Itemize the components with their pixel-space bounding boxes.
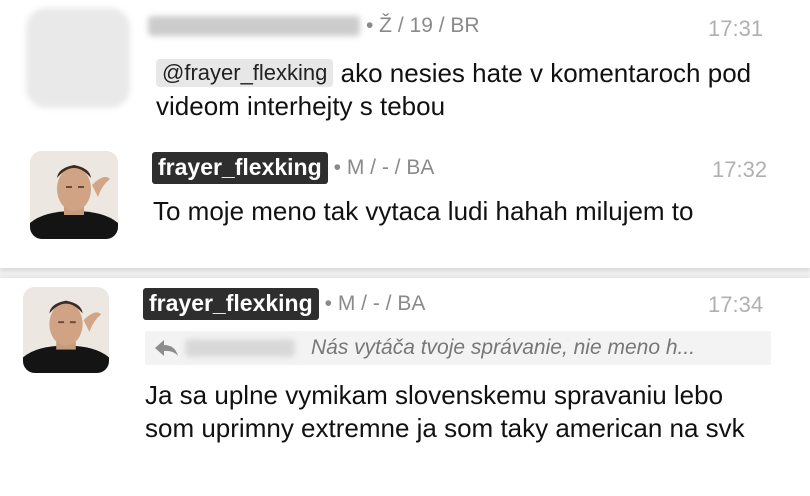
redacted-username[interactable] (148, 16, 360, 36)
reply-preview-text: Nás vytáča tvoje správanie, nie meno h..… (311, 336, 696, 359)
message-card: frayer_flexking • M / - / BA 17:34 Nás v… (0, 278, 810, 496)
message-card: frayer_flexking • M / - / BA 17:32 To mo… (0, 138, 810, 268)
avatar[interactable] (23, 287, 109, 373)
user-info: • M / - / BA (324, 292, 426, 315)
avatar[interactable] (30, 151, 118, 239)
user-avatar-photo (23, 287, 109, 373)
message-header: • Ž / 19 / BR (148, 10, 480, 42)
message-text: To moje meno tak vytaca ludi hahah miluj… (153, 196, 694, 226)
message-time: 17:31 (708, 16, 764, 41)
message-header: frayer_flexking • M / - / BA (152, 152, 434, 184)
message-time: 17:34 (708, 292, 764, 317)
mention-tag[interactable]: @frayer_flexking (156, 59, 334, 87)
user-avatar-photo (30, 151, 118, 239)
avatar[interactable] (26, 8, 130, 108)
message-card: • Ž / 19 / BR 17:31 @frayer_flexking ako… (0, 0, 810, 138)
username-tag[interactable]: frayer_flexking (152, 152, 328, 184)
message-time: 17:32 (712, 157, 768, 182)
message-text: @frayer_flexking ako nesies hate v komen… (156, 57, 756, 123)
user-info: • M / - / BA (333, 156, 435, 179)
reply-arrow-icon (155, 340, 178, 356)
user-info: • Ž / 19 / BR (366, 14, 480, 37)
message-header: frayer_flexking • M / - / BA (143, 288, 425, 320)
reply-preview[interactable]: Nás vytáča tvoje správanie, nie meno h..… (145, 331, 771, 365)
message-text: Ja sa uplne vymikam slovenskemu spravani… (145, 380, 745, 443)
redacted-reply-username (185, 339, 295, 357)
username-tag[interactable]: frayer_flexking (143, 288, 319, 320)
